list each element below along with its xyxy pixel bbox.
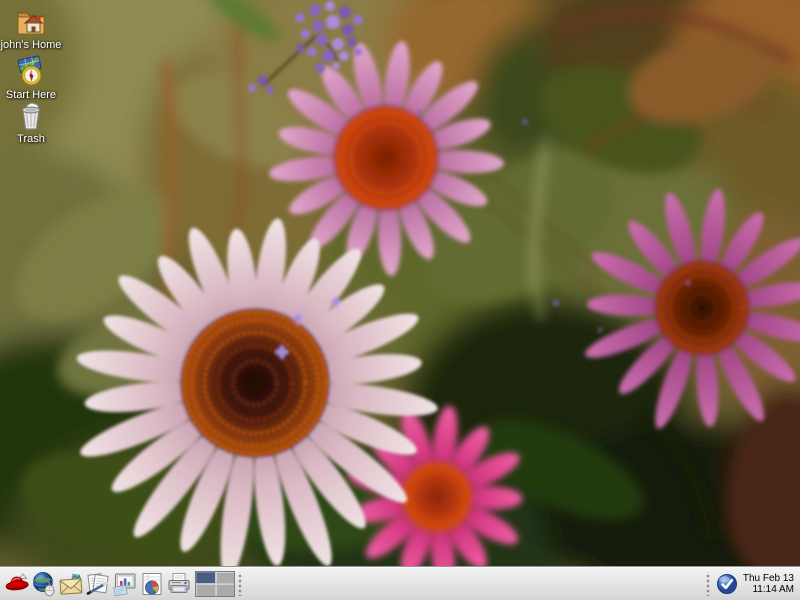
notification-area-handle[interactable]	[705, 572, 712, 596]
desktop-icon-label: Trash	[17, 133, 45, 145]
trash-icon	[14, 98, 48, 132]
presentation-icon	[112, 571, 138, 597]
main-menu-button[interactable]	[3, 569, 30, 599]
email-envelope-icon	[58, 571, 84, 597]
print-manager-button[interactable]	[165, 569, 192, 599]
wallpaper-coneflowers	[0, 0, 800, 600]
red-hat-menu-icon	[4, 571, 30, 597]
workspace-2[interactable]	[216, 572, 235, 584]
email-button[interactable]	[57, 569, 84, 599]
clock-applet[interactable]: Thu Feb 13 11:14 AM	[742, 573, 796, 595]
home-folder-icon	[14, 4, 48, 38]
desktop-icon-label: john's Home	[1, 39, 62, 51]
web-browser-button[interactable]	[30, 569, 57, 599]
start-here-icon	[14, 54, 48, 88]
update-check-icon	[716, 573, 738, 595]
desktop[interactable]: john's Home Start Here Trash	[0, 0, 800, 600]
workspace-1[interactable]	[196, 572, 215, 584]
word-processor-icon	[85, 571, 111, 597]
workspace-3[interactable]	[196, 584, 215, 596]
bottom-panel: Thu Feb 13 11:14 AM	[0, 566, 800, 600]
update-alert-button[interactable]	[715, 572, 739, 596]
applet-drag-handle[interactable]	[237, 572, 244, 596]
clock-time: 11:14 AM	[742, 584, 794, 595]
printer-icon	[166, 571, 192, 597]
workspace-switcher[interactable]	[195, 571, 235, 597]
desktop-icon-trash[interactable]: Trash	[2, 98, 60, 145]
presentation-button[interactable]	[111, 569, 138, 599]
word-processor-button[interactable]	[84, 569, 111, 599]
web-browser-globe-icon	[31, 571, 57, 597]
clock-date: Thu Feb 13	[742, 573, 794, 584]
desktop-icon-home[interactable]: john's Home	[2, 4, 60, 51]
spreadsheet-button[interactable]	[138, 569, 165, 599]
workspace-4[interactable]	[216, 584, 235, 596]
spreadsheet-pie-icon	[139, 571, 165, 597]
desktop-icon-start-here[interactable]: Start Here	[2, 54, 60, 101]
